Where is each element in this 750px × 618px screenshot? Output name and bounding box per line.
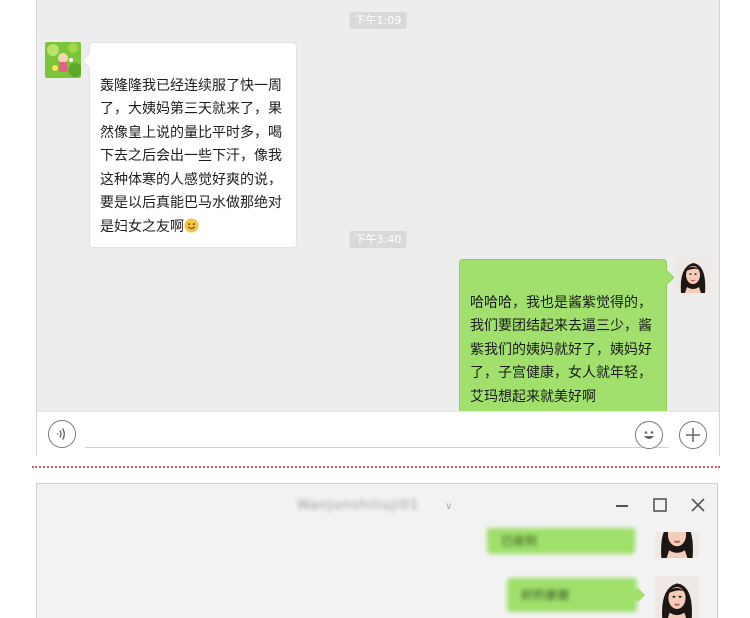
- timestamp: 下午3:40: [349, 231, 407, 248]
- close-icon: [691, 498, 705, 512]
- user-avatar[interactable]: [655, 532, 699, 558]
- woman-portrait-avatar-icon: [655, 532, 699, 558]
- outgoing-message[interactable]: 哈哈哈，我也是酱紫觉得的，我们要团结起来去逼三少，酱紫我们的姨妈就好了，姨妈好了…: [459, 259, 667, 418]
- plus-icon: [686, 428, 700, 442]
- incoming-message[interactable]: 轰隆隆我已经连续服了快一周了，大姨妈第三天就来了，果然像皇上说的量比平时多，喝下…: [89, 42, 297, 248]
- woman-portrait-avatar-icon: [675, 257, 711, 293]
- more-button[interactable]: [679, 421, 707, 449]
- user-avatar[interactable]: [675, 257, 711, 293]
- minimize-icon: [616, 505, 628, 507]
- message-input[interactable]: [85, 447, 669, 448]
- emoji-button[interactable]: [635, 421, 663, 449]
- smiling-face-emoji-icon: [184, 217, 199, 233]
- maximize-button[interactable]: [649, 494, 671, 516]
- outgoing-message[interactable]: 好的谢谢: [507, 578, 637, 612]
- smile-face-icon: [644, 431, 654, 439]
- chevron-down-icon[interactable]: ∨: [445, 501, 452, 512]
- window-title: Wanjunshiliuji01: [297, 498, 420, 513]
- contact-avatar[interactable]: [45, 42, 81, 78]
- voice-icon: [57, 428, 65, 440]
- voice-button[interactable]: [48, 420, 76, 448]
- outgoing-message[interactable]: 已收到: [487, 528, 635, 554]
- outgoing-message-text: 哈哈哈，我也是酱紫觉得的，我们要团结起来去逼三少，酱紫我们的姨妈就好了，姨妈好了…: [470, 294, 652, 405]
- chat-window: 下午1:09 轰隆隆我已经连续服了快一周了，大姨妈第三天就来了，果然像皇上说的量…: [36, 0, 720, 456]
- pc-chat-window: Wanjunshiliuji01 ∨ 已收到 好的谢谢: [36, 483, 718, 618]
- user-avatar[interactable]: [655, 576, 699, 618]
- message-input-bar: [37, 411, 719, 456]
- minimize-button[interactable]: [611, 494, 633, 516]
- maximize-icon: [653, 498, 667, 512]
- timestamp: 下午1:09: [349, 12, 407, 29]
- incoming-message-text: 轰隆隆我已经连续服了快一周了，大姨妈第三天就来了，果然像皇上说的量比平时多，喝下…: [100, 77, 282, 235]
- dotted-separator: [32, 466, 720, 468]
- green-cartoon-avatar-icon: [45, 42, 81, 78]
- close-button[interactable]: [687, 494, 709, 516]
- woman-portrait-avatar-icon: [655, 576, 699, 618]
